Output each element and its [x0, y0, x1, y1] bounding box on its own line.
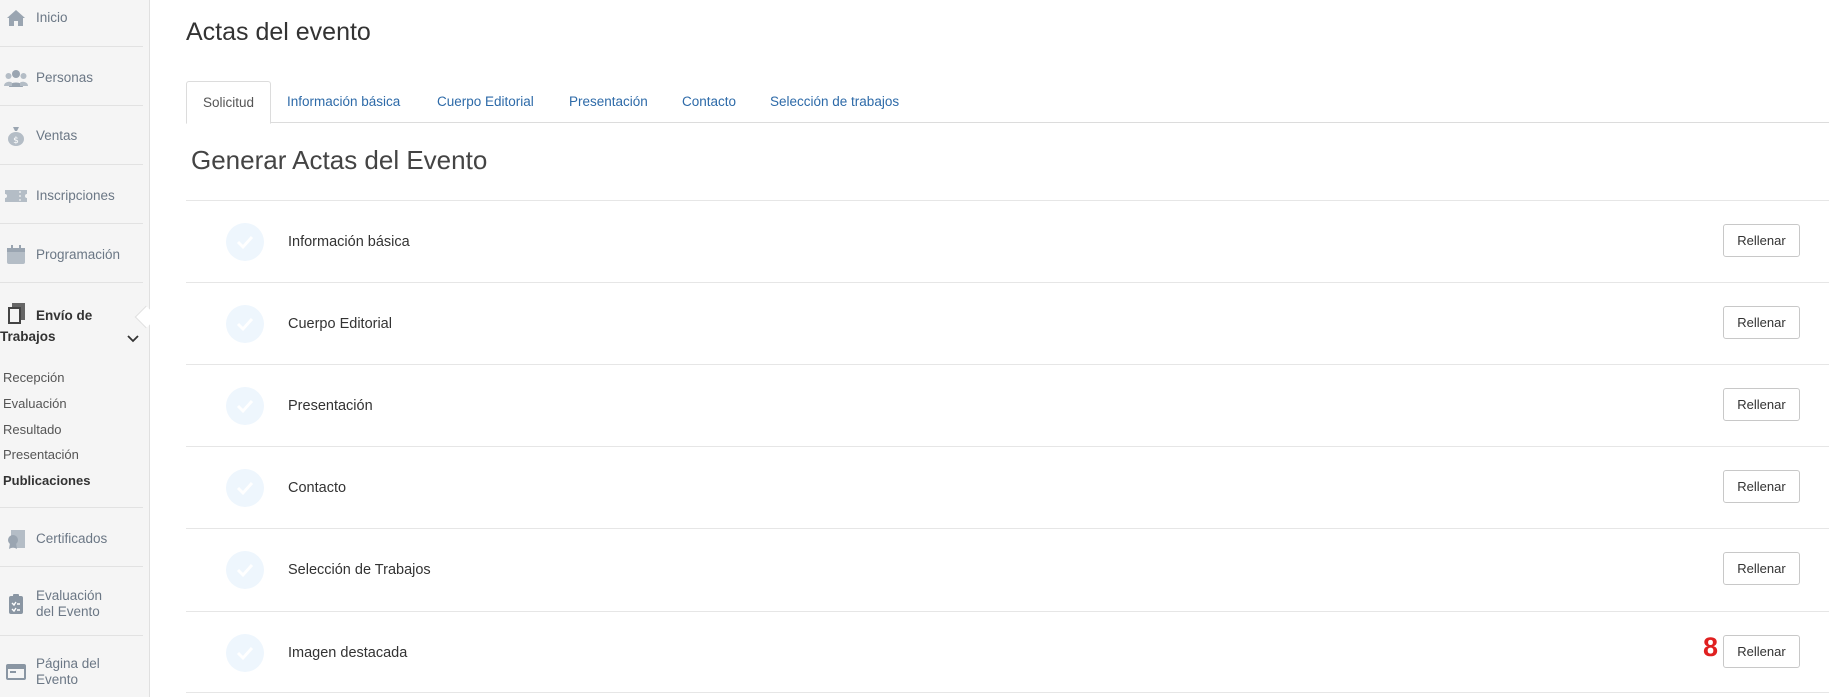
page-title: Actas del evento: [186, 18, 371, 46]
submenu-item-resultado[interactable]: Resultado: [3, 422, 62, 437]
tab-solicitud[interactable]: Solicitud: [186, 81, 272, 124]
sidebar-item-label: Personas: [36, 70, 94, 85]
fill-button[interactable]: Rellenar: [1723, 306, 1800, 339]
people-icon: [3, 66, 29, 90]
annotation-badge: 8: [1703, 632, 1719, 662]
submenu-item-evaluacion[interactable]: Evaluación: [3, 396, 67, 411]
row-label: Cuerpo Editorial: [288, 316, 392, 332]
sidebar-item-label: Ventas: [36, 128, 78, 143]
submenu-item-presentacion[interactable]: Presentación: [3, 447, 79, 462]
sidebar-item-label: Programación: [36, 247, 121, 262]
fill-button[interactable]: Rellenar: [1723, 470, 1800, 503]
check-icon: [226, 551, 264, 589]
sidebar: Inicio Personas $ Ventas Inscripciones P…: [0, 0, 158, 697]
tab-seleccion-trabajos[interactable]: Selección de trabajos: [770, 81, 899, 123]
check-icon: [226, 223, 264, 261]
list-item: Contacto Rellenar: [186, 446, 1829, 528]
check-icon: [226, 387, 264, 425]
sidebar-item-ventas[interactable]: $ Ventas: [0, 124, 143, 148]
calendar-icon: [3, 243, 29, 267]
tab-cuerpo-editorial[interactable]: Cuerpo Editorial: [437, 81, 534, 123]
fill-button[interactable]: Rellenar: [1723, 552, 1800, 585]
check-icon: [226, 634, 264, 672]
sidebar-item-inscripciones[interactable]: Inscripciones: [0, 184, 143, 208]
row-label: Selección de Trabajos: [288, 562, 431, 578]
tab-bar: Solicitud Información básica Cuerpo Edit…: [186, 81, 1829, 124]
submenu-item-publicaciones[interactable]: Publicaciones: [3, 473, 90, 488]
tab-presentacion[interactable]: Presentación: [569, 81, 648, 123]
row-label: Presentación: [288, 398, 373, 414]
section-title: Generar Actas del Evento: [191, 145, 488, 175]
webpage-icon: [3, 660, 29, 684]
sidebar-item-evaluacion-evento[interactable]: Evaluación del Evento: [0, 588, 143, 620]
fill-button[interactable]: Rellenar: [1723, 224, 1800, 257]
sidebar-item-label: Evaluación del Evento: [36, 588, 103, 619]
submenu-item-recepcion[interactable]: Recepción: [3, 370, 64, 385]
sidebar-item-certificados[interactable]: Certificados: [0, 527, 143, 551]
sidebar-item-label: Inicio: [36, 10, 68, 25]
sidebar-item-envio-label: Envío de Trabajos: [0, 308, 93, 344]
chevron-down-icon[interactable]: [127, 330, 139, 348]
list-item: Información básica Rellenar: [186, 200, 1829, 282]
check-icon: [226, 469, 264, 507]
fill-button[interactable]: Rellenar: [1723, 388, 1800, 421]
sidebar-item-label: Inscripciones: [36, 188, 115, 203]
sidebar-item-personas[interactable]: Personas: [0, 66, 143, 90]
row-label: Contacto: [288, 480, 347, 496]
list-item: Selección de Trabajos Rellenar: [186, 528, 1829, 610]
list-item: Presentación Rellenar: [186, 364, 1829, 446]
certificate-icon: [3, 527, 29, 551]
ticket-icon: [3, 184, 29, 208]
tab-contacto[interactable]: Contacto: [682, 81, 736, 123]
sidebar-item-label: Certificados: [36, 531, 108, 546]
sidebar-item-programacion[interactable]: Programación: [0, 243, 143, 267]
sidebar-item-label: Página del Evento: [36, 656, 100, 687]
check-icon: [226, 305, 264, 343]
clipboard-icon: [3, 592, 29, 616]
list-item: Imagen destacada 8 Rellenar: [186, 611, 1829, 693]
row-label: Imagen destacada: [288, 645, 408, 661]
svg-text:$: $: [13, 136, 19, 146]
home-icon: [3, 6, 29, 30]
fill-button[interactable]: Rellenar: [1723, 635, 1800, 668]
row-label: Información básica: [288, 234, 410, 250]
list-item: Cuerpo Editorial Rellenar: [186, 282, 1829, 364]
sidebar-item-inicio[interactable]: Inicio: [0, 6, 143, 30]
money-bag-icon: $: [3, 124, 29, 148]
tab-informacion-basica[interactable]: Información básica: [287, 81, 400, 123]
sidebar-item-pagina-evento[interactable]: Página del Evento: [0, 656, 143, 688]
